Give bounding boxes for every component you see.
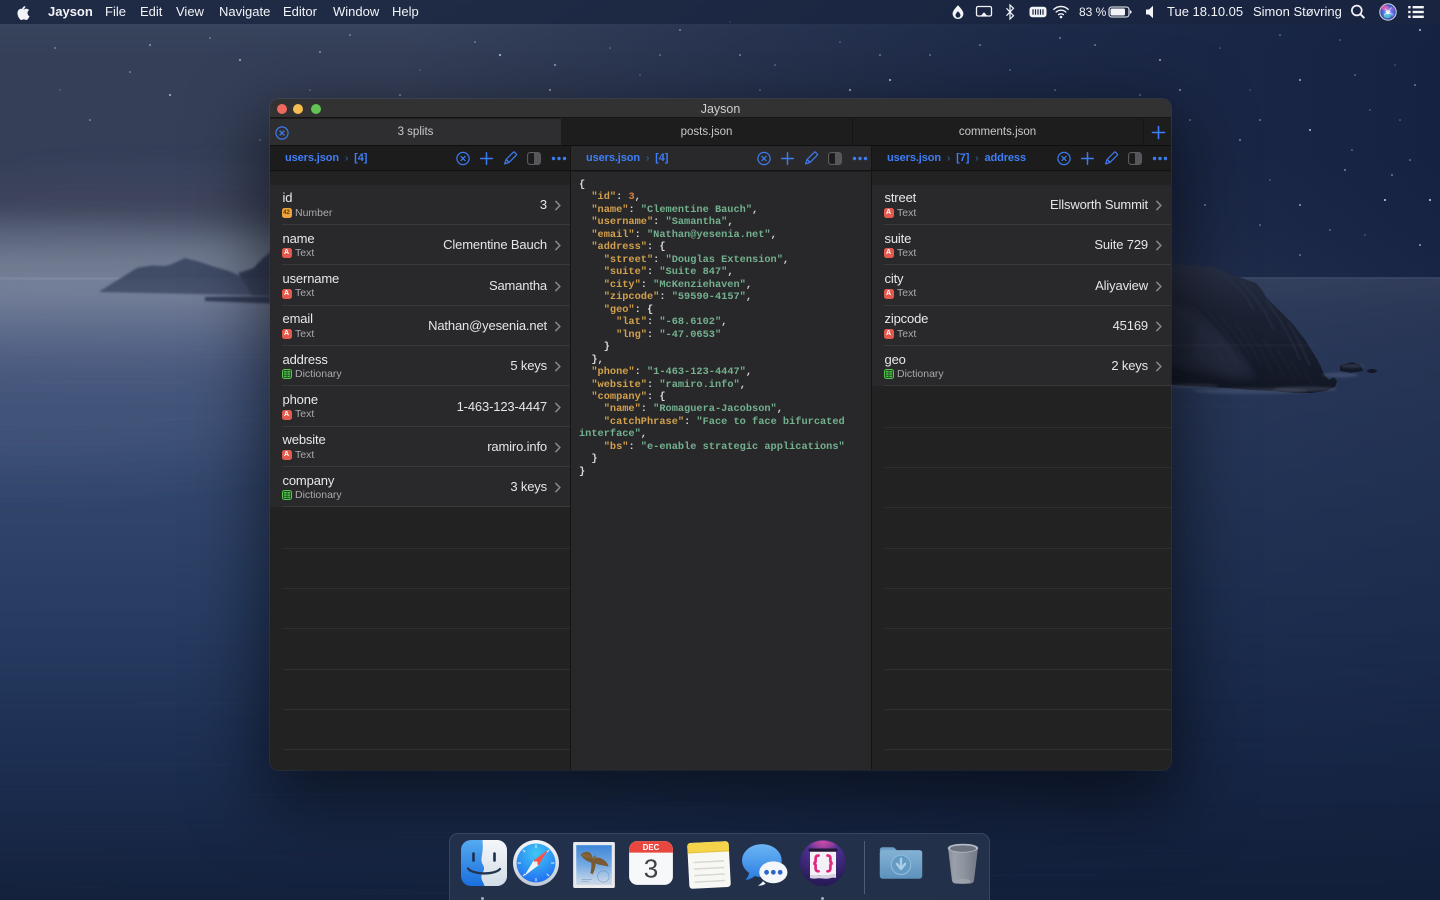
svg-text:DEC: DEC: [643, 843, 660, 852]
svg-text:3: 3: [644, 854, 659, 884]
